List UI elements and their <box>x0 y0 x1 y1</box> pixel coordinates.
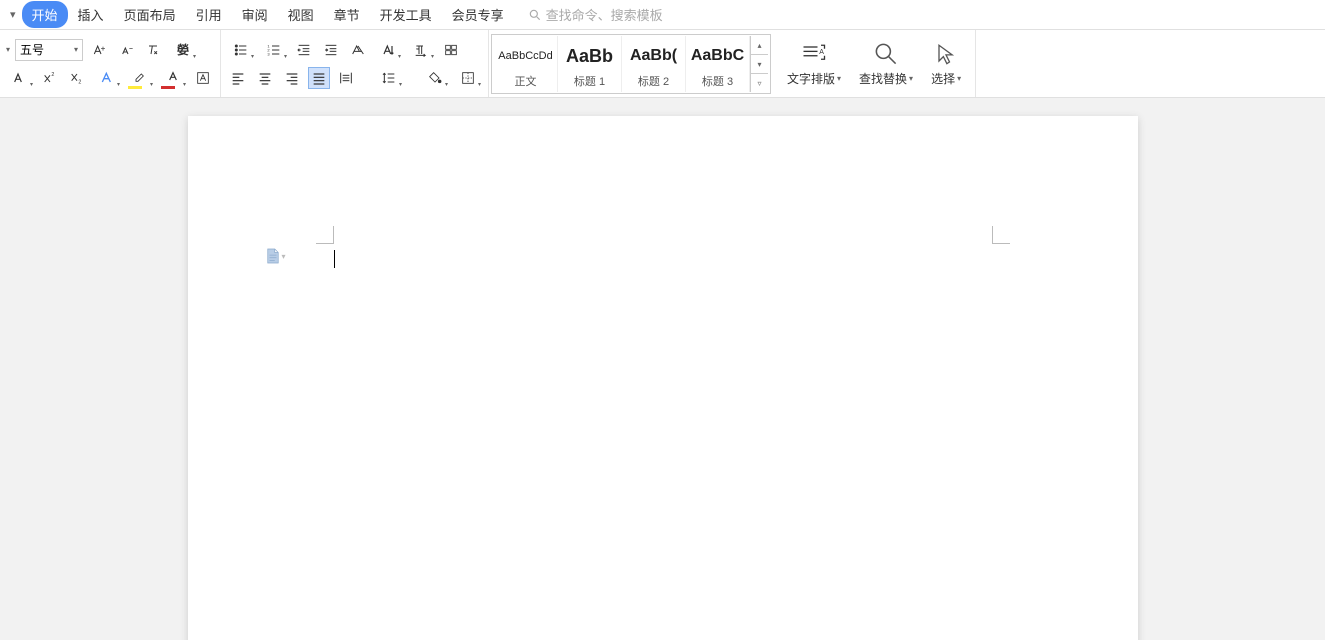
show-marks-button[interactable] <box>440 39 462 61</box>
borders-button[interactable]: ▾ <box>454 67 482 89</box>
style-label: 标题 2 <box>638 73 669 89</box>
search-icon <box>528 8 542 22</box>
bullets-button[interactable]: ▾ <box>227 39 255 61</box>
styles-gallery: AaBbCcDd 正文 AaBb 标题 1 AaBb( 标题 2 AaBbC 标… <box>491 34 771 94</box>
shrink-font-button[interactable] <box>115 39 137 61</box>
line-spacing-button[interactable]: ▾ <box>375 67 403 89</box>
find-replace-button[interactable]: 查找替换▾ <box>851 34 921 93</box>
tab-start[interactable]: 开始 <box>22 1 68 28</box>
text-cursor <box>334 250 335 268</box>
style-preview: AaBb <box>566 39 613 73</box>
style-label: 标题 1 <box>574 73 605 89</box>
tab-reference[interactable]: 引用 <box>186 1 232 28</box>
svg-text:A: A <box>819 49 824 56</box>
distribute-button[interactable] <box>335 67 357 89</box>
margin-mark-top-left <box>316 226 334 244</box>
margin-mark-top-right <box>992 226 1010 244</box>
font-size-select[interactable]: 五号 ▾ <box>15 39 83 61</box>
style-preview: AaBb( <box>630 39 677 73</box>
font-color-button[interactable]: ▾ <box>159 67 187 89</box>
tab-member[interactable]: 会员专享 <box>442 1 514 28</box>
svg-text:2: 2 <box>51 72 54 78</box>
chevron-down-icon: ▾ <box>74 45 78 54</box>
app-menu-dropdown[interactable]: ▾ <box>4 8 22 21</box>
tab-view[interactable]: 视图 <box>278 1 324 28</box>
styles-scroll-down[interactable]: ▾ <box>751 55 768 74</box>
numbering-button[interactable]: 123▾ <box>260 39 288 61</box>
tab-review[interactable]: 审阅 <box>232 1 278 28</box>
font-size-value: 五号 <box>20 41 44 58</box>
styles-scroller: ▴ ▾ ▿ <box>750 36 768 92</box>
decrease-indent-button[interactable] <box>293 39 315 61</box>
text-layout-label: 文字排版 <box>787 70 835 87</box>
search-placeholder: 查找命令、搜索模板 <box>546 5 663 24</box>
tab-insert[interactable]: 插入 <box>68 1 114 28</box>
style-label: 标题 3 <box>702 73 733 89</box>
asian-layout-button[interactable] <box>347 39 369 61</box>
text-layout-button[interactable]: A 文字排版▾ <box>779 34 849 93</box>
chevron-down-icon: ▾ <box>282 252 286 261</box>
style-normal[interactable]: AaBbCcDd 正文 <box>494 36 558 92</box>
editing-group: A 文字排版▾ 查找替换▾ 选择▾ <box>773 30 976 97</box>
select-button[interactable]: 选择▾ <box>923 34 969 93</box>
grow-font-button[interactable] <box>88 39 110 61</box>
page-icon <box>266 248 280 264</box>
page[interactable]: ▾ <box>188 116 1138 640</box>
style-heading1[interactable]: AaBb 标题 1 <box>558 36 622 92</box>
change-case-button[interactable]: ▾ <box>6 67 34 89</box>
cursor-icon <box>932 40 960 68</box>
superscript-button[interactable]: 2 <box>39 67 61 89</box>
tab-chapter[interactable]: 章节 <box>324 1 370 28</box>
search-icon <box>872 40 900 68</box>
style-preview: AaBbCcDd <box>498 39 552 73</box>
style-heading2[interactable]: AaBb( 标题 2 <box>622 36 686 92</box>
text-layout-icon: A <box>800 40 828 68</box>
styles-scroll-up[interactable]: ▴ <box>751 36 768 55</box>
text-effects-button[interactable]: ▾ <box>93 67 121 89</box>
subscript-button[interactable]: 2 <box>66 67 88 89</box>
paragraph-group: ▾ 123▾ ▾ ▾ ▾ ▾ ▾ <box>221 30 489 97</box>
align-right-button[interactable] <box>281 67 303 89</box>
svg-text:2: 2 <box>78 79 81 85</box>
style-heading3[interactable]: AaBbC 标题 3 <box>686 36 750 92</box>
command-search[interactable]: 查找命令、搜索模板 <box>528 5 663 24</box>
highlight-color-button[interactable]: ▾ <box>126 67 154 89</box>
tab-pagelayout[interactable]: 页面布局 <box>114 1 186 28</box>
font-group: ▾ 五号 ▾ 嫈▾ ▾ 2 2 ▾ ▾ ▾ <box>0 30 221 97</box>
character-border-button[interactable] <box>192 67 214 89</box>
document-canvas[interactable]: ▾ <box>0 98 1325 640</box>
clear-format-button[interactable] <box>142 39 164 61</box>
styles-expand[interactable]: ▿ <box>751 74 768 92</box>
select-label: 选择 <box>931 70 955 87</box>
align-justify-button[interactable] <box>308 67 330 89</box>
page-options-handle[interactable]: ▾ <box>266 248 286 264</box>
increase-indent-button[interactable] <box>320 39 342 61</box>
shading-button[interactable]: ▾ <box>421 67 449 89</box>
svg-text:3: 3 <box>267 51 270 56</box>
ribbon: ▾ 五号 ▾ 嫈▾ ▾ 2 2 ▾ ▾ ▾ ▾ 123▾ ▾ <box>0 30 1325 98</box>
font-name-dropdown[interactable]: ▾ <box>6 45 10 54</box>
align-left-button[interactable] <box>227 67 249 89</box>
tab-devtools[interactable]: 开发工具 <box>370 1 442 28</box>
text-direction-button[interactable]: ▾ <box>407 39 435 61</box>
sort-button[interactable]: ▾ <box>374 39 402 61</box>
phonetic-guide-button[interactable]: 嫈▾ <box>169 39 197 61</box>
find-replace-label: 查找替换 <box>859 70 907 87</box>
menu-bar: ▾ 开始 插入 页面布局 引用 审阅 视图 章节 开发工具 会员专享 查找命令、… <box>0 0 1325 30</box>
style-preview: AaBbC <box>691 39 744 73</box>
style-label: 正文 <box>515 73 537 89</box>
align-center-button[interactable] <box>254 67 276 89</box>
